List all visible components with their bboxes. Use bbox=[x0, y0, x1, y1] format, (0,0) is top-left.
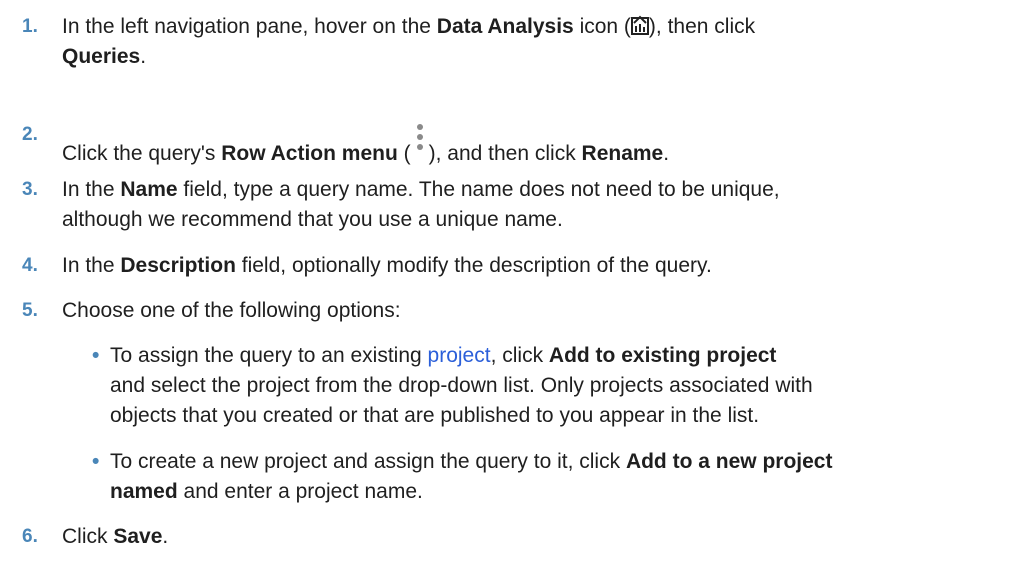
bullet-line: To assign the query to an existing proje… bbox=[110, 341, 813, 371]
step-number: 6. bbox=[22, 526, 38, 547]
text: . bbox=[162, 525, 169, 548]
bullet-line: To create a new project and assign the q… bbox=[110, 447, 832, 477]
text: , click bbox=[490, 344, 549, 367]
kebab-menu-icon bbox=[411, 120, 429, 164]
text: To assign the query to an existing bbox=[110, 344, 428, 367]
text: Click the query's bbox=[62, 142, 222, 165]
text: ), then click bbox=[648, 15, 756, 38]
step-text: In the Description field, optionally mod… bbox=[62, 251, 1031, 281]
bullet-text: To assign the query to an existing proje… bbox=[110, 341, 813, 431]
step-line: Click the query's Row Action menu ( ), an… bbox=[62, 120, 1031, 169]
step-text: In the left navigation pane, hover on th… bbox=[62, 12, 1031, 72]
bullet-glyph: • bbox=[92, 450, 100, 473]
step-line: In the Name field, type a query name. Th… bbox=[62, 175, 1031, 205]
step-number: 3. bbox=[22, 179, 38, 200]
instruction-steps: 1. In the left navigation pane, hover on… bbox=[0, 0, 1035, 568]
ui-term: named bbox=[110, 480, 178, 503]
step-number: 5. bbox=[22, 300, 38, 321]
step-text: In the Name field, type a query name. Th… bbox=[62, 175, 1031, 235]
bullet-line: objects that you created or that are pub… bbox=[110, 404, 760, 427]
step-number: 4. bbox=[22, 255, 38, 276]
step-text: Choose one of the following options: bbox=[62, 296, 1031, 326]
ui-term: Description bbox=[120, 254, 236, 277]
step-line: Click Save. bbox=[62, 522, 1031, 552]
text: field, optionally modify the description… bbox=[235, 254, 712, 277]
step-line: Choose one of the following options: bbox=[62, 299, 401, 322]
ui-term: Queries bbox=[62, 45, 141, 68]
text: field, type a query name. The name does … bbox=[177, 178, 780, 201]
text: In the bbox=[62, 178, 121, 201]
ui-term: Data Analysis bbox=[436, 15, 574, 38]
text: Click bbox=[62, 525, 114, 548]
step-text: Click Save. bbox=[62, 522, 1031, 552]
ui-term: Row Action menu bbox=[221, 142, 398, 165]
text: . bbox=[663, 142, 670, 165]
project-link[interactable]: project bbox=[428, 344, 491, 367]
text: . bbox=[140, 45, 147, 68]
step-number: 1. bbox=[22, 16, 38, 37]
text: To create a new project and assign the q… bbox=[110, 450, 626, 473]
ui-term: Name bbox=[120, 178, 178, 201]
bullet-line: named and enter a project name. bbox=[110, 477, 832, 507]
text: In the left navigation pane, hover on th… bbox=[62, 15, 437, 38]
bullet-text: To create a new project and assign the q… bbox=[110, 447, 832, 507]
step-line: although we recommend that you use a uni… bbox=[62, 208, 563, 231]
data-analysis-icon bbox=[630, 15, 649, 35]
text: In the bbox=[62, 254, 121, 277]
text: ( bbox=[397, 142, 411, 165]
ui-term: Add to existing project bbox=[548, 344, 777, 367]
bullet-glyph: • bbox=[92, 344, 100, 367]
ui-term: Add to a new project bbox=[625, 450, 833, 473]
text: and enter a project name. bbox=[177, 480, 423, 503]
step-number: 2. bbox=[22, 124, 38, 145]
text: icon ( bbox=[573, 15, 631, 38]
step-line: In the Description field, optionally mod… bbox=[62, 251, 1031, 281]
step-line: In the left navigation pane, hover on th… bbox=[62, 12, 1031, 42]
text: ), and then click bbox=[428, 142, 582, 165]
step-line: Queries. bbox=[62, 42, 1031, 72]
ui-term: Rename bbox=[581, 142, 664, 165]
step-text: Click the query's Row Action menu ( ), an… bbox=[62, 120, 1031, 169]
ui-term: Save bbox=[113, 525, 163, 548]
bullet-line: and select the project from the drop-dow… bbox=[110, 374, 813, 397]
